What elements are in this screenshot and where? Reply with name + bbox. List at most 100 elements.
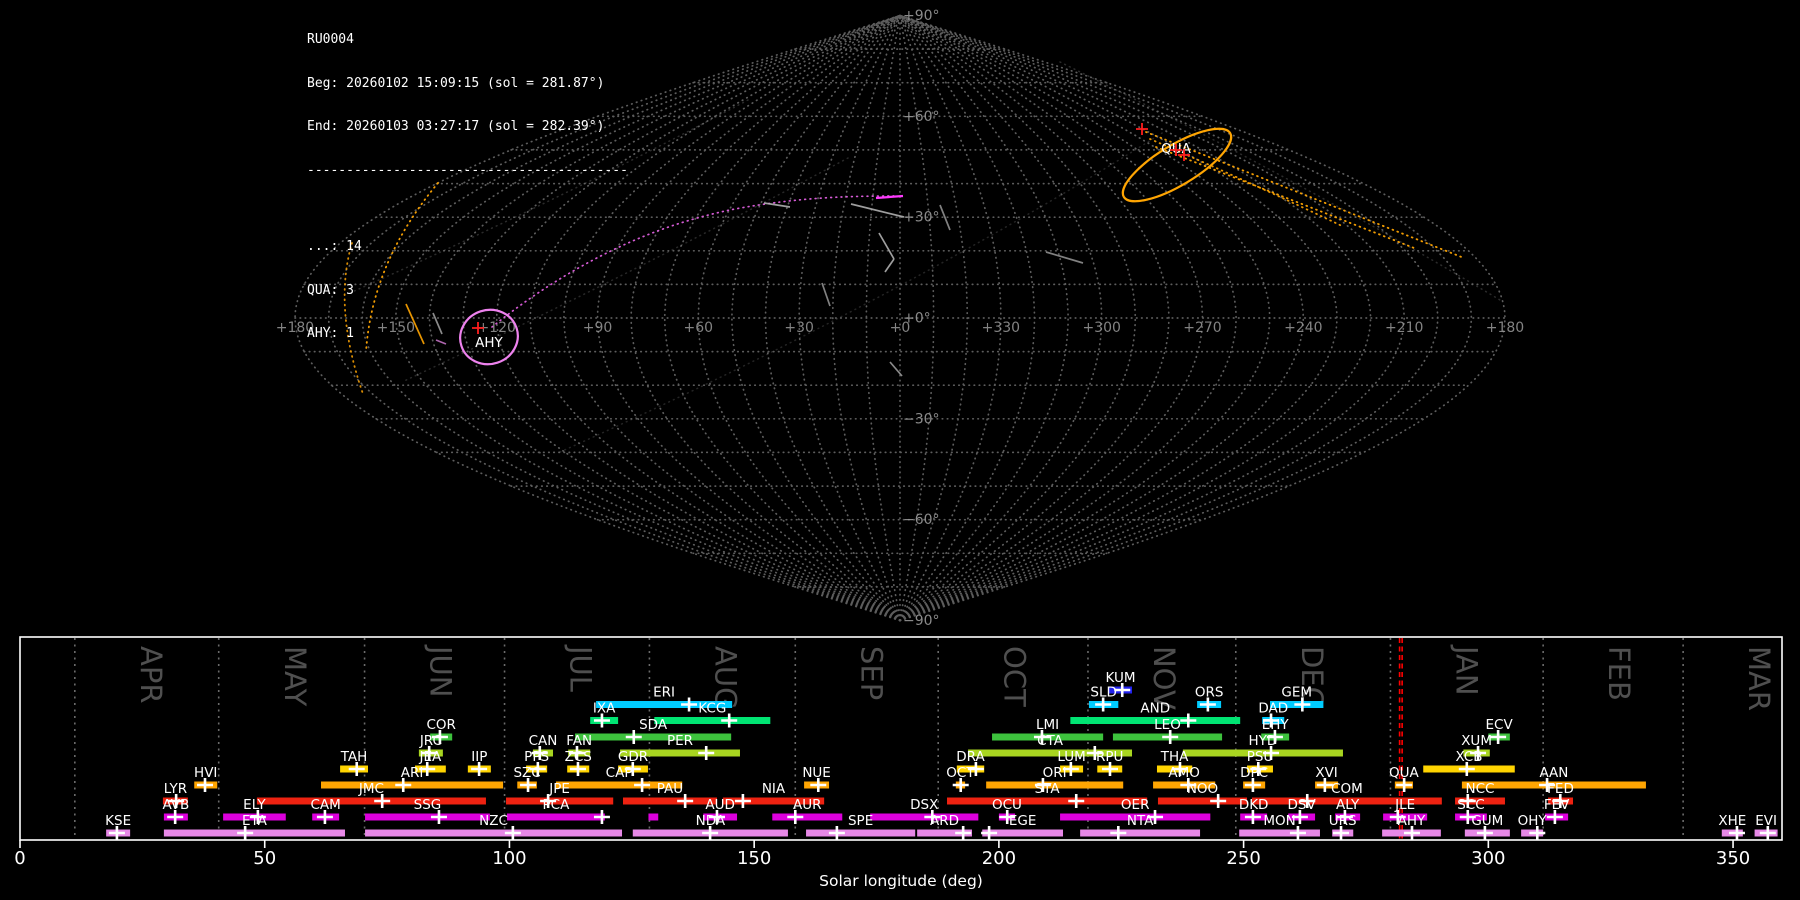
month-label-OCT: OCT [997, 646, 1031, 707]
shower-label-AUD: AUD [705, 797, 735, 813]
orbit-trail [1145, 131, 1465, 259]
shower-bar-MON [1239, 829, 1320, 837]
map-meridian [899, 14, 1237, 622]
x-tick-label: 50 [253, 848, 276, 869]
shower-bar-AUR [772, 813, 843, 821]
map-lat-label: −60° [903, 512, 940, 528]
orbit-trail [1155, 146, 1415, 249]
shower-bar-PAU [622, 797, 717, 805]
shower-label-OER: OER [1121, 797, 1150, 813]
begin-time: Beg: 20260102 15:09:15 (sol = 281.87°) [307, 75, 605, 91]
shower-label-JMC: JMC [358, 781, 384, 797]
month-label-JUN: JUN [424, 644, 458, 697]
shower-bar-DSX [870, 813, 979, 821]
map-lon-label: +60 [684, 320, 714, 336]
shower-label-CAN: CAN [529, 733, 558, 749]
shower-label-XVI: XVI [1315, 765, 1337, 781]
legend-divider: ----------------------------------------… [307, 162, 628, 178]
shower-bar-JMC [256, 797, 486, 805]
shower-label-ARD: ARD [930, 813, 959, 829]
shower-label-GUM: GUM [1471, 813, 1503, 829]
map-lon-label: +330 [982, 320, 1020, 336]
sporadic-trail [821, 282, 831, 307]
shower-peak-cross-NTA [1110, 826, 1127, 840]
shower-bar-ETA [163, 829, 345, 837]
shower-label-CAP: CAP [606, 765, 633, 781]
shower-label-XHE: XHE [1718, 813, 1746, 829]
shower-bar-KCG [654, 717, 771, 724]
shower-label-ALY: ALY [1336, 797, 1360, 813]
x-tick-label: 200 [982, 848, 1016, 869]
shower-label-PAU: PAU [657, 781, 683, 797]
shower-label-AMO: AMO [1168, 765, 1200, 781]
shower-bar-ARI [321, 781, 504, 789]
shower-label-NOO: NOO [1187, 781, 1218, 797]
shower-label-HYD: HYD [1249, 733, 1278, 749]
radiant-cross [1136, 123, 1148, 135]
run-id: RU0004 [307, 32, 354, 47]
sporadic-trail [1045, 251, 1084, 264]
shower-label-MON: MON [1263, 813, 1295, 829]
shower-peak-cross-CAP [634, 778, 651, 792]
shower-label-IXA: IXA [593, 701, 616, 717]
map-lat-label: +60° [903, 109, 940, 125]
x-tick-label: 150 [737, 848, 771, 869]
shower-label-JPE: JPE [548, 781, 570, 797]
month-label-JUL: JUL [564, 644, 598, 692]
observation-legend: RU0004 Beg: 20260102 15:09:15 (sol = 281… [307, 4, 628, 371]
shower-label-TAH: TAH [340, 749, 368, 765]
shower-label-FEV: FEV [1544, 797, 1570, 813]
shower-label-NZC: NZC [479, 813, 508, 829]
shower-label-COM: COM [1331, 781, 1363, 797]
shower-peak-cross-STA [1068, 794, 1085, 808]
shower-label-GEM: GEM [1281, 685, 1312, 701]
shower-label-JEA: JEA [419, 749, 443, 765]
map-lon-label: +210 [1385, 320, 1423, 336]
shower-peak-cross-PER [698, 746, 715, 760]
shower-peak-cross-NIA [734, 794, 751, 808]
map-lon-label: +240 [1284, 320, 1322, 336]
shower-label-EVI: EVI [1755, 813, 1777, 829]
shower-label-NUE: NUE [802, 765, 831, 781]
shower-label-ORI: ORI [1043, 765, 1067, 781]
x-tick-label: 250 [1226, 848, 1260, 869]
map-lon-label: +180 [1486, 320, 1524, 336]
radiant-ellipse-QUA [1121, 127, 1233, 203]
month-label-MAY: MAY [278, 646, 312, 707]
shower-label-LMI: LMI [1036, 717, 1059, 733]
month-label-APR: APR [134, 646, 168, 703]
shower-peak-cross-AND [1180, 713, 1197, 728]
shower-bar-SSG [365, 813, 490, 821]
map-lon-label: +300 [1082, 320, 1120, 336]
map-lon-label: +30 [784, 320, 814, 336]
map-lat-label: −90° [903, 613, 940, 629]
shower-label-ERI: ERI [653, 685, 675, 701]
shower-bar-NZC [365, 829, 623, 837]
orbit-trail [559, 127, 1171, 453]
shower-bar-STA [947, 797, 1148, 805]
shower-label-URS: URS [1329, 813, 1357, 829]
x-tick-label: 0 [14, 848, 25, 869]
x-tick-label: 100 [492, 848, 526, 869]
shower-bar-NTA [1080, 829, 1201, 837]
shower-label-SCC: SCC [1457, 797, 1484, 813]
shower-label-STA: STA [1035, 781, 1061, 797]
shower-peak-cross-EGE [981, 826, 998, 840]
shower-peak-cross-SPE [828, 826, 845, 840]
shower-label-XUM: XUM [1461, 733, 1492, 749]
count-ahy: AHY: 1 [307, 326, 354, 341]
end-time: End: 20260103 03:27:17 (sol = 282.39°) [307, 119, 605, 134]
count-qua: QUA: 3 [307, 282, 354, 298]
shower-label-AAN: AAN [1539, 765, 1568, 781]
shower-label-FAN: FAN [566, 733, 592, 749]
shower-label-DAD: DAD [1258, 701, 1288, 717]
shower-label-XCB: XCB [1456, 749, 1483, 765]
shower-bar-SDA [575, 733, 732, 741]
shower-label-ELY: ELY [243, 797, 266, 813]
month-label-MAR: MAR [1742, 646, 1776, 711]
map-lon-label: +270 [1183, 320, 1221, 336]
shower-bar-SPE [806, 829, 916, 837]
shower-label-SPE: SPE [848, 813, 873, 829]
shower-label-DSX: DSX [910, 797, 938, 813]
shower-bar-NOO [1157, 797, 1248, 805]
